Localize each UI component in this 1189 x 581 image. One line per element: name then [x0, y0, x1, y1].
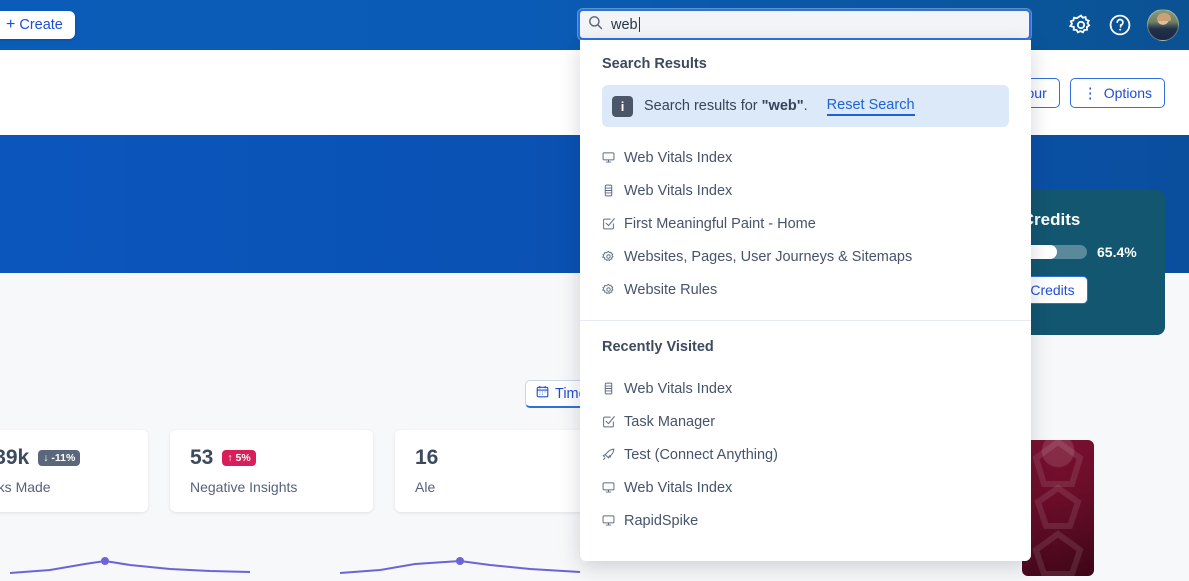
search-result-item[interactable]: First Meaningful Paint - Home	[580, 207, 1031, 240]
sparkline-chart	[339, 551, 581, 581]
recent-item[interactable]: Test (Connect Anything)	[580, 438, 1031, 471]
plus-icon: +	[6, 16, 16, 33]
app-root: our ⋮ Options nt Credits 65.4% re Credit…	[0, 0, 1189, 581]
recent-item[interactable]: Web Vitals Index	[580, 372, 1031, 405]
stat-badge: ↓ -11%	[38, 450, 81, 466]
page-action-buttons: our ⋮ Options	[1013, 78, 1165, 108]
document-icon	[602, 382, 615, 395]
check-square-icon	[602, 415, 615, 428]
stat-value: 53	[190, 446, 214, 469]
document-icon	[602, 184, 615, 197]
create-button-label: Create	[19, 17, 63, 33]
world-cup-thumbnail[interactable]	[1022, 440, 1094, 576]
stat-label: Ale	[415, 479, 436, 495]
gear-icon[interactable]	[1069, 13, 1093, 37]
stats-row: 46.39k ↓ -11% Checks Made 53 ↑ 5% Negati…	[0, 430, 598, 512]
search-info-banner: i Search results for "web". Reset Search	[602, 85, 1009, 127]
help-icon[interactable]	[1108, 13, 1132, 37]
top-bar-icons	[1069, 0, 1179, 50]
credits-percent: 65.4%	[1097, 244, 1137, 260]
stat-card[interactable]: 16 Ale	[395, 430, 598, 512]
options-button[interactable]: ⋮ Options	[1069, 78, 1165, 108]
recently-visited-heading: Recently Visited	[602, 339, 714, 355]
monitor-icon	[602, 481, 615, 494]
stat-card[interactable]: 53 ↑ 5% Negative Insights	[170, 430, 373, 512]
rocket-icon	[602, 448, 615, 461]
monitor-icon	[602, 151, 615, 164]
search-result-item[interactable]: Website Rules	[580, 273, 1031, 306]
search-result-label: Websites, Pages, User Journeys & Sitemap…	[624, 248, 913, 265]
user-avatar[interactable]	[1147, 9, 1179, 41]
gear-icon	[602, 250, 615, 263]
info-icon: i	[612, 95, 633, 117]
search-result-label: Web Vitals Index	[624, 149, 733, 166]
search-icon	[588, 15, 603, 35]
recent-item[interactable]: Web Vitals Index	[580, 471, 1031, 504]
recent-item-label: Test (Connect Anything)	[624, 446, 778, 463]
text-caret	[638, 16, 640, 32]
kebab-icon: ⋮	[1082, 84, 1098, 102]
search-results-dropdown: Search Results i Search results for "web…	[580, 40, 1031, 561]
search-result-item[interactable]: Web Vitals Index	[580, 141, 1031, 174]
search-result-label: Website Rules	[624, 281, 718, 298]
search-results-list: Web Vitals Index Web Vitals Index First …	[580, 137, 1031, 316]
stat-value: 46.39k	[0, 446, 30, 469]
search-result-item[interactable]: Websites, Pages, User Journeys & Sitemap…	[580, 240, 1031, 273]
stat-label: Negative Insights	[190, 479, 298, 495]
recent-item[interactable]: Task Manager	[580, 405, 1031, 438]
options-button-label: Options	[1103, 85, 1152, 101]
recent-item-label: RapidSpike	[624, 512, 699, 529]
recent-item-label: Task Manager	[624, 413, 716, 430]
recent-item-label: Web Vitals Index	[624, 380, 733, 397]
search-result-label: Web Vitals Index	[624, 182, 733, 199]
check-square-icon	[602, 217, 615, 230]
search-info-text: Search results for "web".	[644, 98, 808, 114]
search-input-value: web	[611, 16, 640, 33]
stat-card[interactable]: 46.39k ↓ -11% Checks Made	[0, 430, 148, 512]
global-search: web	[578, 9, 1031, 40]
search-input[interactable]: web	[578, 9, 1031, 40]
recent-item-label: Web Vitals Index	[624, 479, 733, 496]
recent-item[interactable]: RapidSpike	[580, 504, 1031, 537]
search-results-heading: Search Results	[602, 56, 707, 72]
stat-label: Checks Made	[0, 479, 51, 495]
monitor-icon	[602, 514, 615, 527]
stat-badge: ↑ 5%	[222, 450, 256, 466]
search-result-label: First Meaningful Paint - Home	[624, 215, 816, 232]
gear-icon	[602, 283, 615, 296]
create-button[interactable]: + Create	[0, 11, 75, 39]
stat-value: 16	[415, 446, 439, 469]
reset-search-link[interactable]: Reset Search	[826, 97, 915, 116]
calendar-icon	[536, 385, 549, 402]
recently-visited-list: Web Vitals Index Task Manager Test (Conn…	[580, 368, 1031, 547]
search-result-item[interactable]: Web Vitals Index	[580, 174, 1031, 207]
sparkline-chart	[9, 551, 251, 581]
